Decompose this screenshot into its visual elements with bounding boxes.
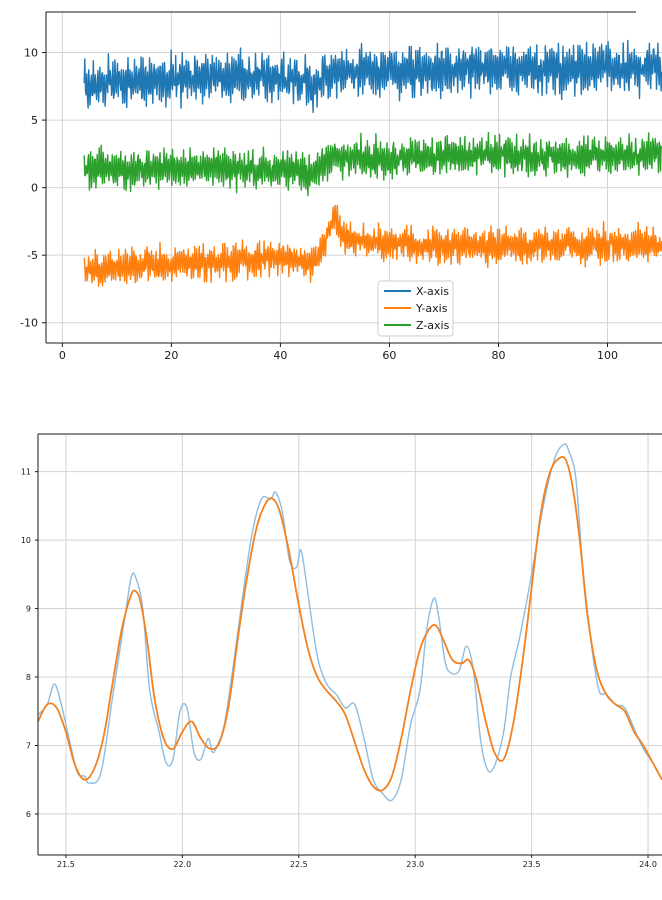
- y-tick-label: 7: [26, 741, 31, 750]
- x-tick-label: 24.0: [639, 860, 657, 869]
- series-line-raw: [37, 443, 662, 802]
- chart-2-ticks: 21.5 22.0 22.5 23.0 23.5 24.0 11 10 9 8 7 6: [21, 468, 657, 869]
- x-tick-label: 21.5: [57, 860, 75, 869]
- y-tick-label: 6: [26, 810, 31, 819]
- chart-2-grid: [38, 434, 662, 855]
- series-line-smoothed: [37, 455, 662, 792]
- chart-2-series: [37, 443, 662, 802]
- x-tick-label: 22.5: [290, 860, 308, 869]
- y-tick-label: 8: [26, 673, 31, 682]
- y-tick-label: 10: [21, 536, 31, 545]
- x-tick-label: 22.0: [173, 860, 191, 869]
- y-tick-label: 9: [26, 605, 31, 614]
- x-tick-label: 23.5: [523, 860, 541, 869]
- x-tick-label: 23.0: [406, 860, 424, 869]
- chart-2: 21.5 22.0 22.5 23.0 23.5 24.0 11 10 9 8 7 6: [21, 433, 662, 869]
- y-tick-label: 11: [21, 468, 31, 477]
